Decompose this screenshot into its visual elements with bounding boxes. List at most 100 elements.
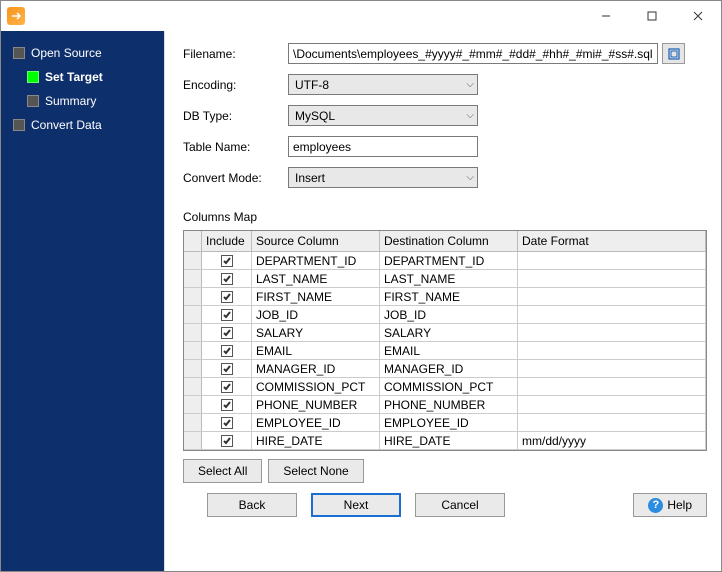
date-format-cell[interactable] (518, 270, 706, 287)
destination-column-cell[interactable]: FIRST_NAME (380, 288, 518, 305)
encoding-value: UTF-8 (295, 78, 329, 92)
table-row[interactable]: SALARYSALARY (184, 324, 706, 342)
browse-button[interactable] (662, 43, 685, 64)
date-format-cell[interactable] (518, 342, 706, 359)
grid-header-source[interactable]: Source Column (252, 231, 380, 251)
source-column-cell[interactable]: EMPLOYEE_ID (252, 414, 380, 431)
destination-column-cell[interactable]: COMMISSION_PCT (380, 378, 518, 395)
destination-column-cell[interactable]: SALARY (380, 324, 518, 341)
date-format-cell[interactable] (518, 324, 706, 341)
include-cell[interactable] (202, 270, 252, 287)
help-button[interactable]: ? Help (633, 493, 707, 517)
encoding-select[interactable]: UTF-8⌵ (288, 74, 478, 95)
table-row[interactable]: JOB_IDJOB_ID (184, 306, 706, 324)
source-column-cell[interactable]: HIRE_DATE (252, 432, 380, 449)
destination-column-cell[interactable]: JOB_ID (380, 306, 518, 323)
table-row[interactable]: LAST_NAMELAST_NAME (184, 270, 706, 288)
row-handle[interactable] (184, 252, 202, 269)
destination-column-cell[interactable]: LAST_NAME (380, 270, 518, 287)
source-column-cell[interactable]: EMAIL (252, 342, 380, 359)
date-format-cell[interactable] (518, 252, 706, 269)
table-row[interactable]: FIRST_NAMEFIRST_NAME (184, 288, 706, 306)
date-format-cell[interactable] (518, 414, 706, 431)
sidebar-item-open-source[interactable]: Open Source (9, 41, 164, 65)
grid-header-destination[interactable]: Destination Column (380, 231, 518, 251)
date-format-cell[interactable] (518, 306, 706, 323)
source-column-cell[interactable]: FIRST_NAME (252, 288, 380, 305)
tablename-input[interactable] (288, 136, 478, 157)
dbtype-select[interactable]: MySQL⌵ (288, 105, 478, 126)
row-handle[interactable] (184, 378, 202, 395)
convertmode-value: Insert (295, 171, 325, 185)
date-format-cell[interactable] (518, 288, 706, 305)
table-row[interactable]: DEPARTMENT_IDDEPARTMENT_ID (184, 252, 706, 270)
next-button[interactable]: Next (311, 493, 401, 517)
maximize-button[interactable] (629, 1, 675, 31)
source-column-cell[interactable]: PHONE_NUMBER (252, 396, 380, 413)
include-cell[interactable] (202, 414, 252, 431)
include-cell[interactable] (202, 252, 252, 269)
row-handle[interactable] (184, 414, 202, 431)
help-label: Help (667, 498, 692, 512)
date-format-cell[interactable] (518, 378, 706, 395)
source-column-cell[interactable]: LAST_NAME (252, 270, 380, 287)
sidebar-item-label: Summary (45, 94, 96, 108)
cancel-button[interactable]: Cancel (415, 493, 505, 517)
date-format-cell[interactable] (518, 360, 706, 377)
row-handle[interactable] (184, 288, 202, 305)
grid-header-dateformat[interactable]: Date Format (518, 231, 706, 251)
checkbox-icon (221, 255, 233, 267)
convertmode-select[interactable]: Insert⌵ (288, 167, 478, 188)
destination-column-cell[interactable]: HIRE_DATE (380, 432, 518, 449)
step-indicator-icon (27, 71, 39, 83)
table-row[interactable]: EMPLOYEE_IDEMPLOYEE_ID (184, 414, 706, 432)
filename-input[interactable] (288, 43, 658, 64)
include-cell[interactable] (202, 396, 252, 413)
destination-column-cell[interactable]: PHONE_NUMBER (380, 396, 518, 413)
include-cell[interactable] (202, 306, 252, 323)
include-cell[interactable] (202, 432, 252, 449)
sidebar-item-summary[interactable]: Summary (9, 89, 164, 113)
back-button[interactable]: Back (207, 493, 297, 517)
select-none-button[interactable]: Select None (268, 459, 363, 483)
row-handle[interactable] (184, 360, 202, 377)
grid-header-include[interactable]: Include (202, 231, 252, 251)
source-column-cell[interactable]: DEPARTMENT_ID (252, 252, 380, 269)
sidebar-item-convert-data[interactable]: Convert Data (9, 113, 164, 137)
source-column-cell[interactable]: MANAGER_ID (252, 360, 380, 377)
close-button[interactable] (675, 1, 721, 31)
destination-column-cell[interactable]: DEPARTMENT_ID (380, 252, 518, 269)
row-handle[interactable] (184, 432, 202, 449)
source-column-cell[interactable]: SALARY (252, 324, 380, 341)
table-row[interactable]: HIRE_DATEHIRE_DATEmm/dd/yyyy (184, 432, 706, 450)
table-row[interactable]: EMAILEMAIL (184, 342, 706, 360)
include-cell[interactable] (202, 324, 252, 341)
row-handle[interactable] (184, 270, 202, 287)
include-cell[interactable] (202, 288, 252, 305)
wizard-sidebar: Open Source Set Target Summary Convert Data (1, 31, 164, 571)
table-row[interactable]: COMMISSION_PCTCOMMISSION_PCT (184, 378, 706, 396)
minimize-button[interactable] (583, 1, 629, 31)
destination-column-cell[interactable]: EMPLOYEE_ID (380, 414, 518, 431)
date-format-cell[interactable]: mm/dd/yyyy (518, 432, 706, 449)
date-format-cell[interactable] (518, 396, 706, 413)
sidebar-item-label: Set Target (45, 70, 103, 84)
include-cell[interactable] (202, 342, 252, 359)
help-icon: ? (648, 498, 663, 513)
include-cell[interactable] (202, 360, 252, 377)
row-handle[interactable] (184, 324, 202, 341)
source-column-cell[interactable]: JOB_ID (252, 306, 380, 323)
row-handle[interactable] (184, 306, 202, 323)
row-handle[interactable] (184, 396, 202, 413)
table-row[interactable]: PHONE_NUMBERPHONE_NUMBER (184, 396, 706, 414)
source-column-cell[interactable]: COMMISSION_PCT (252, 378, 380, 395)
row-handle[interactable] (184, 342, 202, 359)
select-all-button[interactable]: Select All (183, 459, 262, 483)
checkbox-icon (221, 435, 233, 447)
sidebar-item-set-target[interactable]: Set Target (9, 65, 164, 89)
include-cell[interactable] (202, 378, 252, 395)
destination-column-cell[interactable]: MANAGER_ID (380, 360, 518, 377)
destination-column-cell[interactable]: EMAIL (380, 342, 518, 359)
checkbox-icon (221, 363, 233, 375)
table-row[interactable]: MANAGER_IDMANAGER_ID (184, 360, 706, 378)
